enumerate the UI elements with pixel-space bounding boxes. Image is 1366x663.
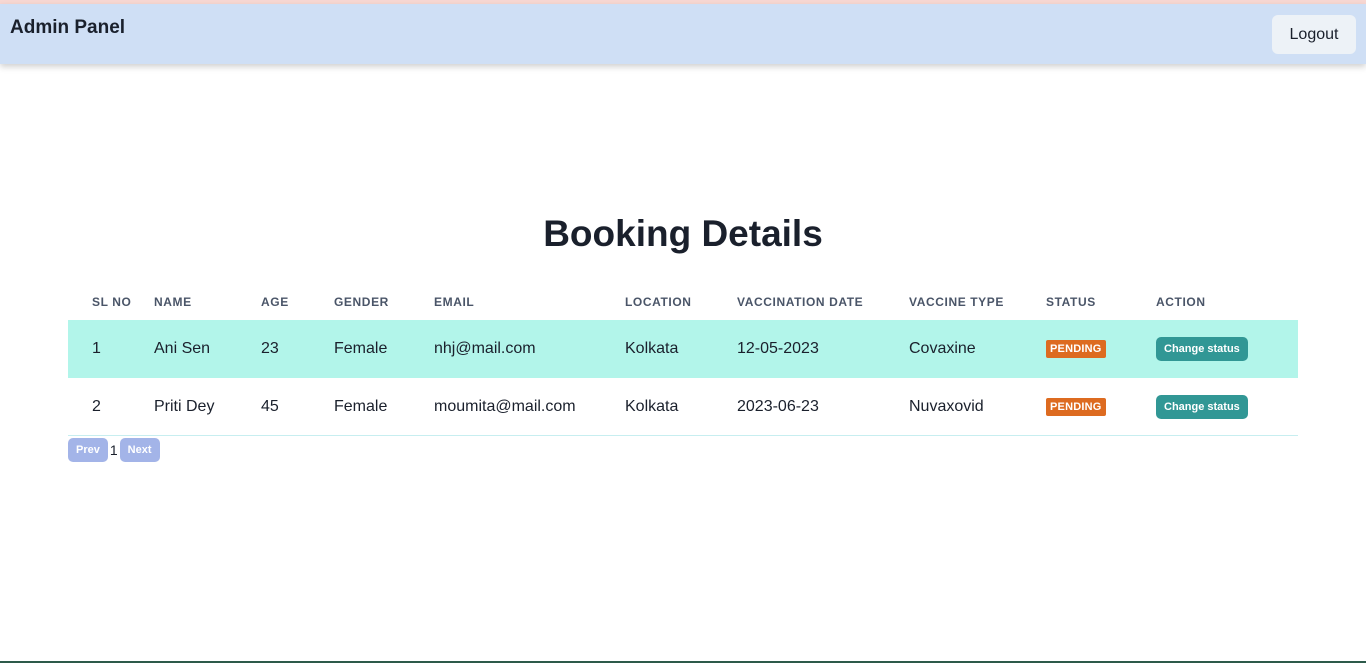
status-badge: PENDING [1046,340,1106,358]
col-header-action: ACTION [1156,294,1206,309]
col-header-age: AGE [261,294,289,309]
cell-gender: Female [334,377,434,436]
prev-page-button[interactable]: Prev [68,438,108,462]
cell-status: PENDING [1046,377,1156,436]
col-header-email: EMAIL [434,294,475,309]
table-header-row: SL NO NAME AGE GENDER EMAIL LOCATION VAC… [68,283,1298,320]
col-header-vaccination-date: VACCINATION DATE [737,294,864,309]
logout-button[interactable]: Logout [1272,15,1356,54]
cell-vaccination-date: 12-05-2023 [737,320,909,378]
change-status-button[interactable]: Change status [1156,394,1248,419]
col-header-gender: GENDER [334,294,389,309]
cell-vaccination-date: 2023-06-23 [737,377,909,436]
cell-action: Change status [1156,320,1298,378]
cell-name: Priti Dey [154,377,261,436]
table-row: 2 Priti Dey 45 Female moumita@mail.com K… [68,377,1298,436]
cell-name: Ani Sen [154,320,261,378]
col-header-status: STATUS [1046,294,1096,309]
cell-sl-no: 2 [68,377,154,436]
next-page-button[interactable]: Next [119,438,160,462]
cell-action: Change status [1156,377,1298,436]
col-header-vaccine-type: VACCINE TYPE [909,294,1004,309]
current-page-number: 1 [109,442,118,458]
cell-location: Kolkata [625,377,737,436]
cell-age: 23 [261,320,334,378]
col-header-sl-no: SL NO [92,294,132,309]
pagination: Prev 1 Next [68,438,160,462]
cell-vaccine-type: Covaxine [909,320,1046,378]
booking-table: SL NO NAME AGE GENDER EMAIL LOCATION VAC… [68,283,1298,436]
cell-vaccine-type: Nuvaxovid [909,377,1046,436]
col-header-name: NAME [154,294,192,309]
navbar: Admin Panel Logout [0,4,1366,64]
cell-sl-no: 1 [68,320,154,378]
app-title: Admin Panel [10,17,126,38]
cell-age: 45 [261,377,334,436]
change-status-button[interactable]: Change status [1156,336,1248,361]
cell-email: nhj@mail.com [434,320,625,378]
cell-gender: Female [334,320,434,378]
cell-status: PENDING [1046,320,1156,378]
page-title: Booking Details [543,213,823,254]
col-header-location: LOCATION [625,294,692,309]
cell-location: Kolkata [625,320,737,378]
table-row: 1 Ani Sen 23 Female nhj@mail.com Kolkata… [68,320,1298,378]
cell-email: moumita@mail.com [434,377,625,436]
status-badge: PENDING [1046,398,1106,416]
